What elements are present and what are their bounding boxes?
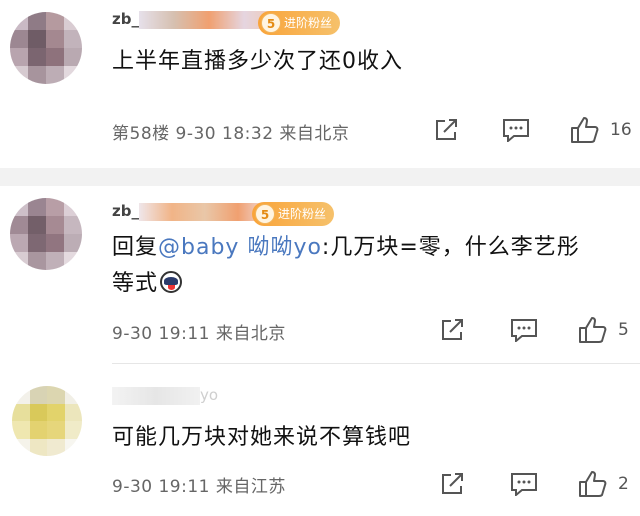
comment-text: 回复@baby 呦呦yo:几万块=零，什么李艺彤 等式 — [112, 230, 632, 302]
reply-prefix: 回复 — [112, 235, 159, 260]
thumbs-up-icon — [579, 471, 607, 497]
share-button[interactable] — [434, 118, 460, 142]
comment-meta: 第58楼 9-30 18:32 来自北京 — [112, 124, 350, 144]
thumbs-up-icon — [571, 117, 599, 143]
fan-badge[interactable]: 5 进阶粉丝 — [258, 11, 341, 35]
comment-button[interactable] — [510, 318, 538, 342]
fan-level: 5 — [261, 13, 281, 33]
comment-item: zb_ 5 进阶粉丝 上半年直播多少次了还0收入 第58楼 9-30 18:32… — [0, 0, 640, 168]
comment-text: 上半年直播多少次了还0收入 — [112, 49, 403, 74]
username[interactable]: zb_ — [112, 202, 271, 221]
comment-item: zb_ 5 进阶粉丝 回复@baby 呦呦yo:几万块=零，什么李艺彤 等式 9… — [0, 186, 640, 364]
avatar[interactable] — [10, 198, 82, 270]
fan-badge[interactable]: 5 进阶粉丝 — [252, 202, 335, 226]
like-count: 5 — [618, 320, 629, 340]
like-count: 16 — [610, 120, 632, 140]
fan-badge-label: 进阶粉丝 — [284, 16, 333, 30]
share-icon — [436, 119, 457, 140]
fan-level: 5 — [255, 204, 275, 224]
comment-button[interactable] — [502, 118, 530, 142]
comment-meta: 9-30 19:11 来自北京 — [112, 324, 286, 344]
like-count: 2 — [618, 474, 629, 494]
section-gap — [0, 168, 640, 186]
thumbs-up-icon — [579, 317, 607, 343]
share-button[interactable] — [440, 318, 466, 342]
comment-icon — [511, 319, 537, 342]
comment-text-rest: :几万块=零，什么李艺彤 — [321, 235, 580, 260]
like-button[interactable]: 2 — [578, 470, 629, 498]
comment-meta: 9-30 19:11 来自江苏 — [112, 477, 286, 497]
user-mention[interactable]: @baby 呦呦yo — [158, 235, 322, 260]
comment-item: yo 可能几万块对她来说不算钱吧 9-30 19:11 来自江苏 2 — [0, 364, 640, 516]
like-button[interactable]: 16 — [570, 116, 632, 144]
like-button[interactable]: 5 — [578, 316, 629, 344]
share-icon — [442, 473, 463, 494]
comment-icon — [503, 119, 529, 142]
username[interactable]: yo — [112, 386, 218, 405]
fan-badge-label: 进阶粉丝 — [278, 207, 327, 221]
avatar[interactable] — [10, 12, 82, 84]
avatar[interactable] — [12, 386, 82, 456]
comment-text-line2: 等式 — [112, 271, 159, 296]
comment-button[interactable] — [510, 472, 538, 496]
comment-icon — [511, 473, 537, 496]
comment-text: 可能几万块对她来说不算钱吧 — [112, 425, 412, 450]
username[interactable]: zb_ — [112, 10, 279, 29]
share-icon — [442, 319, 463, 340]
panda-emoji-icon — [160, 271, 183, 293]
share-button[interactable] — [440, 472, 466, 496]
